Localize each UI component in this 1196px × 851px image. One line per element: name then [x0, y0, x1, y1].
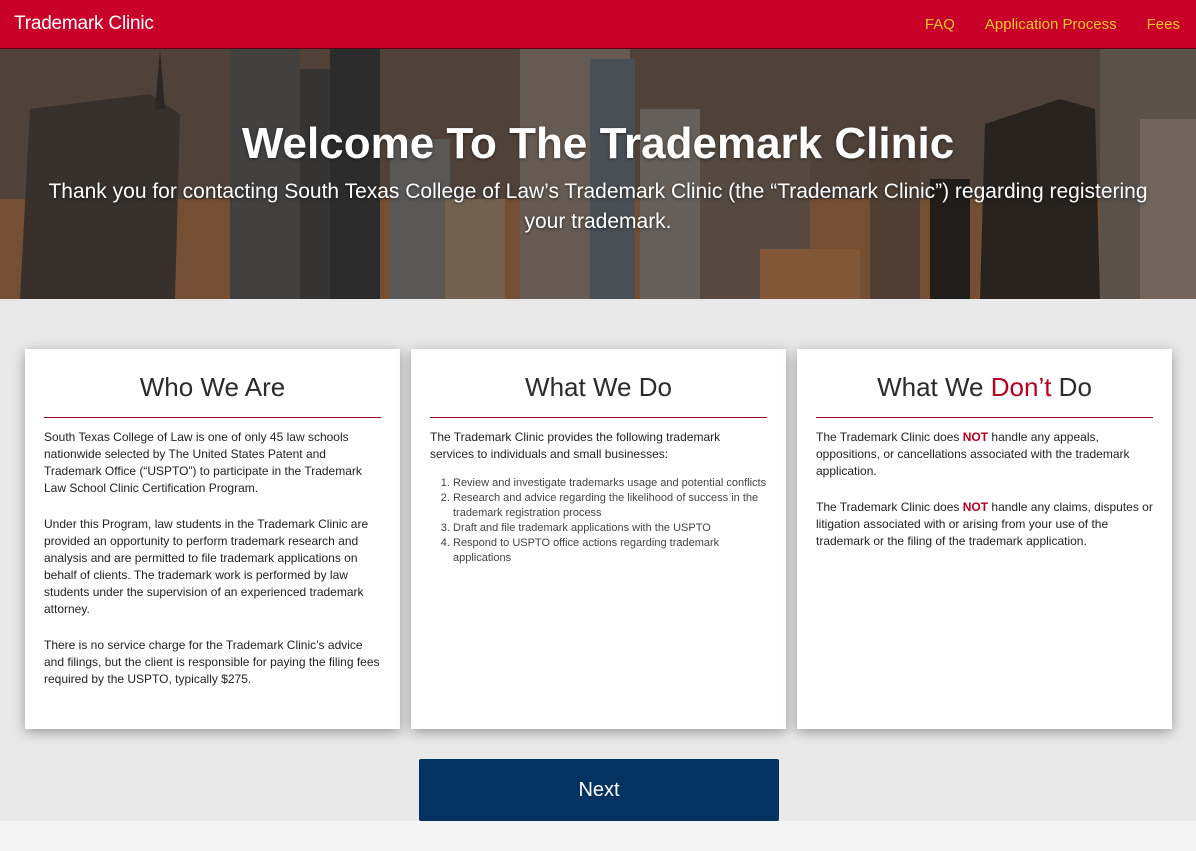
who-paragraph-1: South Texas College of Law is one of onl…: [44, 430, 362, 495]
dont-paragraph-2: The Trademark Clinic does NOT handle any…: [816, 499, 1153, 550]
list-item: Review and investigate trademarks usage …: [453, 476, 767, 491]
text-part: The Trademark Clinic does: [816, 500, 963, 514]
main-content: Who We Are South Texas College of Law is…: [0, 299, 1196, 821]
list-item: Research and advice regarding the likeli…: [453, 491, 767, 521]
nav-link-application-process[interactable]: Application Process: [970, 0, 1132, 49]
who-paragraph-3: There is no service charge for the Trade…: [44, 638, 380, 686]
next-button[interactable]: Next: [419, 759, 779, 821]
hero-title: Welcome To The Trademark Clinic: [241, 119, 955, 168]
list-item: Respond to USPTO office actions regardin…: [453, 536, 767, 566]
title-part: Do: [1051, 372, 1092, 402]
text-part: The Trademark Clinic does: [816, 430, 963, 444]
emphasis-not: NOT: [962, 430, 989, 444]
card-title-what-we-do: What We Do: [525, 372, 672, 402]
hero-subtitle: Thank you for contacting South Texas Col…: [48, 180, 1148, 233]
page-footer: [0, 821, 1196, 851]
dont-paragraph-1: The Trademark Clinic does NOT handle any…: [816, 429, 1153, 480]
top-navbar: Trademark Clinic FAQ Application Process…: [0, 0, 1196, 49]
what-intro: The Trademark Clinic provides the follow…: [430, 430, 721, 461]
nav-link-faq[interactable]: FAQ: [910, 0, 970, 49]
nav-link-fees[interactable]: Fees: [1132, 0, 1196, 49]
title-part: What We: [877, 372, 991, 402]
card-divider: [44, 417, 381, 418]
services-list: Review and investigate trademarks usage …: [430, 476, 767, 566]
title-highlight: Don’t: [990, 372, 1052, 402]
card-title-who-we-are: Who We Are: [139, 372, 286, 402]
hero-overlay: [0, 49, 1196, 299]
list-item: Draft and file trademark applications wi…: [453, 521, 767, 536]
nav-links: FAQ Application Process Fees: [910, 0, 1196, 49]
emphasis-not: NOT: [962, 500, 989, 514]
card-what-we-dont-do: What We Don’t Do The Trademark Clinic do…: [797, 349, 1172, 729]
card-what-we-do: What We Do The Trademark Clinic provides…: [411, 349, 786, 729]
brand-link[interactable]: Trademark Clinic: [14, 13, 154, 35]
card-who-we-are: Who We Are South Texas College of Law is…: [25, 349, 400, 729]
card-title-what-we-dont-do: What We Don’t Do: [816, 349, 1153, 417]
card-divider: [816, 417, 1153, 418]
hero-banner: Welcome To The Trademark Clinic Thank yo…: [0, 49, 1196, 299]
who-paragraph-2: Under this Program, law students in the …: [44, 517, 369, 616]
card-divider: [430, 417, 767, 418]
